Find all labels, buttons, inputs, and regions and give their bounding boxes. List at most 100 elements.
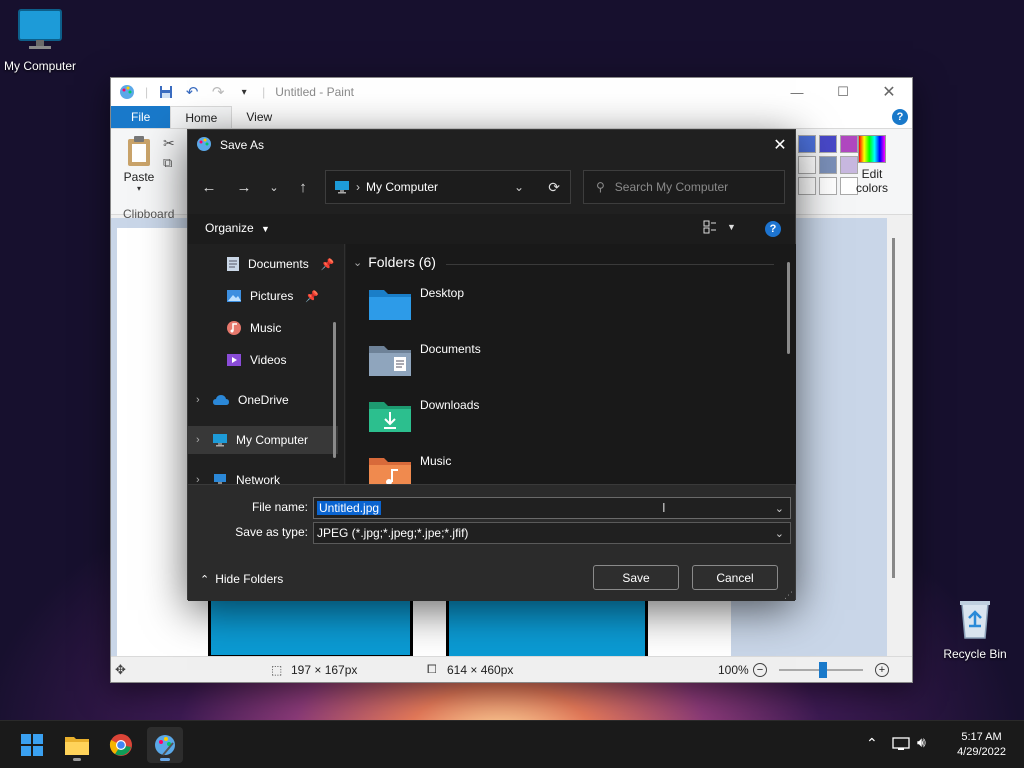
content-scrollbar[interactable] — [787, 262, 790, 354]
nav-item-label: Music — [250, 321, 282, 335]
desktop-icon-recycle-bin[interactable]: Recycle Bin — [935, 596, 1015, 661]
recycle-bin-icon — [960, 601, 990, 639]
nav-item-label: Network — [236, 473, 281, 484]
close-icon[interactable]: ✕ — [866, 78, 912, 106]
file-name-value: Untitled.jpg — [317, 501, 382, 515]
expand-chevron-icon[interactable]: › — [196, 394, 204, 406]
redo-icon[interactable]: ↷ — [210, 84, 226, 101]
file-name-dropdown-icon[interactable]: ⌄ — [775, 502, 784, 515]
folder-label: Documents — [420, 342, 481, 356]
color-swatch[interactable] — [798, 135, 816, 153]
resize-grip-icon[interactable]: ⋰ — [784, 590, 793, 601]
save-icon[interactable] — [158, 84, 174, 100]
nav-item-onedrive[interactable]: › OneDrive — [196, 386, 289, 414]
nav-item-label: Pictures — [250, 289, 294, 303]
color-swatch[interactable] — [798, 156, 816, 174]
color-swatch[interactable] — [819, 177, 837, 195]
expand-chevron-icon[interactable]: › — [196, 434, 204, 446]
up-arrow-icon[interactable]: ↑ — [289, 170, 317, 204]
save-type-select[interactable]: JPEG (*.jpg;*.jpeg;*.jpe;*.jfif) ⌄ — [313, 522, 791, 544]
zoom-out-icon[interactable]: − — [753, 662, 767, 677]
search-icon: ⚲ — [596, 180, 605, 194]
hide-folders-button[interactable]: ⌃ Hide Folders — [200, 572, 283, 586]
tab-view[interactable]: View — [232, 106, 286, 128]
paint-app-icon — [196, 136, 212, 155]
text-cursor-icon: I — [662, 500, 666, 515]
customize-quick-access-icon[interactable]: ▾ — [236, 84, 252, 100]
taskbar-paint[interactable] — [147, 727, 183, 763]
zoom-slider-thumb[interactable] — [818, 662, 827, 678]
folder-label: Desktop — [420, 286, 465, 300]
refresh-icon[interactable]: ⟳ — [548, 179, 560, 196]
copy-icon[interactable]: ⧉ — [163, 155, 172, 171]
folder-label: Music — [420, 454, 452, 468]
start-button[interactable] — [14, 727, 50, 763]
nav-item-network[interactable]: › Network — [196, 466, 280, 484]
desktop-icon-label: My Computer — [3, 59, 77, 73]
desktop-icon-my-computer[interactable]: My Computer — [0, 8, 80, 73]
chevron-up-icon[interactable]: ⌃ — [866, 735, 878, 752]
cut-icon[interactable]: ✂ — [163, 135, 175, 152]
expand-chevron-icon[interactable]: › — [196, 474, 204, 484]
image-size: 614 × 460px — [447, 662, 514, 677]
organize-label: Organize — [205, 221, 254, 235]
selection-size: 197 × 167px — [291, 662, 358, 677]
vertical-scrollbar[interactable] — [887, 218, 901, 658]
navigation-pane-scrollbar[interactable] — [333, 322, 336, 458]
nav-item-my-computer[interactable]: › My Computer — [188, 426, 338, 454]
organize-button[interactable]: Organize ▼ — [205, 221, 270, 235]
minimize-icon[interactable]: — — [774, 78, 820, 106]
file-explorer-icon — [65, 737, 89, 755]
address-dropdown-icon[interactable]: ⌄ — [514, 180, 524, 194]
help-icon[interactable]: ? — [765, 221, 781, 237]
address-text: My Computer — [366, 180, 439, 194]
undo-icon[interactable]: ↶ — [184, 84, 200, 101]
paint-title-bar: | ↶ ↷ ▾ | Untitled - Paint — ☐ ✕ — [111, 78, 912, 106]
view-options-button[interactable]: ▼ — [703, 220, 736, 234]
color-swatch[interactable] — [819, 156, 837, 174]
folder-downloads[interactable]: Downloads — [368, 398, 479, 434]
clock[interactable]: 5:17 AM 4/29/2022 — [957, 730, 1006, 760]
zoom-in-icon[interactable]: + — [875, 662, 889, 677]
forward-arrow-icon[interactable]: → — [230, 170, 258, 204]
network-status-icon[interactable] — [892, 737, 910, 753]
nav-item-label: Videos — [250, 353, 287, 367]
maximize-icon[interactable]: ☐ — [820, 78, 866, 106]
nav-item-music[interactable]: Music — [226, 314, 281, 342]
search-box[interactable]: ⚲ Search My Computer — [583, 170, 785, 204]
color-swatch[interactable] — [819, 135, 837, 153]
pin-icon: 📌 — [305, 290, 320, 303]
save-button[interactable]: Save — [593, 565, 679, 590]
close-icon[interactable]: ✕ — [765, 130, 795, 160]
cancel-button[interactable]: Cancel — [692, 565, 778, 590]
recent-locations-chevron-icon[interactable]: ⌄ — [260, 170, 288, 204]
zoom-slider[interactable] — [779, 662, 863, 678]
tab-home[interactable]: Home — [170, 106, 233, 128]
canvas-shape — [446, 598, 648, 663]
dialog-title-bar: Save As — [188, 130, 795, 160]
computer-icon — [213, 434, 227, 447]
address-bar[interactable]: › My Computer ⌄ ⟳ — [325, 170, 571, 204]
taskbar-file-explorer[interactable] — [59, 727, 95, 763]
paint-icon — [155, 735, 175, 756]
folders-group-header[interactable]: ⌄ Folders (6) — [353, 254, 436, 270]
nav-item-documents[interactable]: Documents 📌 — [226, 250, 334, 278]
help-icon[interactable]: ? — [892, 109, 908, 125]
paste-button[interactable]: Paste ▾ — [121, 135, 157, 193]
nav-item-videos[interactable]: Videos — [226, 346, 286, 374]
nav-item-pictures[interactable]: Pictures 📌 — [226, 282, 319, 310]
taskbar-chrome[interactable] — [103, 727, 139, 763]
back-arrow-icon[interactable]: ← — [195, 170, 223, 204]
folder-documents[interactable]: Documents — [368, 342, 481, 378]
save-type-dropdown-icon[interactable]: ⌄ — [775, 527, 784, 540]
folder-label: Downloads — [420, 398, 480, 412]
chrome-icon — [109, 734, 132, 756]
color-swatch[interactable] — [798, 177, 816, 195]
edit-colors-button[interactable]: Edit colors — [854, 135, 890, 195]
file-name-field[interactable]: Untitled.jpg I ⌄ — [313, 497, 791, 519]
folder-desktop[interactable]: Desktop — [368, 286, 464, 322]
tab-file[interactable]: File — [111, 106, 171, 128]
folder-music[interactable]: Music — [368, 454, 451, 484]
volume-icon[interactable]: 🔊︎ — [917, 734, 926, 751]
zoom-level: 100% — [718, 662, 749, 677]
